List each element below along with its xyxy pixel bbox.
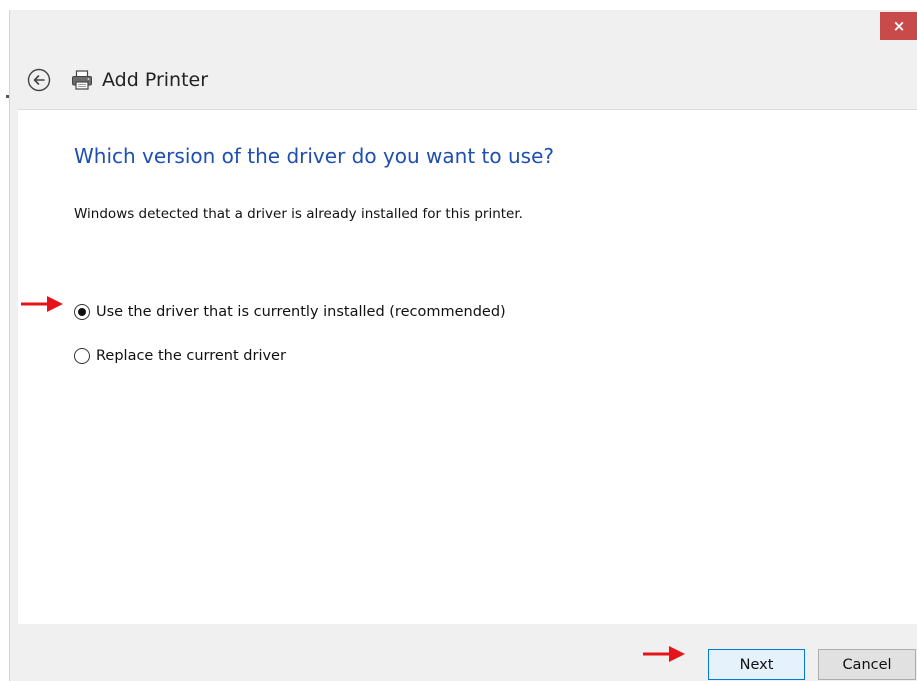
red-arrow-icon xyxy=(21,296,63,312)
radio-button-unselected[interactable] xyxy=(74,348,90,364)
close-icon: × xyxy=(892,17,906,35)
window-title: Add Printer xyxy=(102,69,209,91)
wizard-question: Which version of the driver do you want … xyxy=(74,144,554,168)
radio-button-selected[interactable] xyxy=(74,304,90,320)
cropped-heading-fragment xyxy=(0,0,917,10)
add-printer-dialog: × Add Printer Which version of the drive… xyxy=(9,10,917,681)
wizard-description: Windows detected that a driver is alread… xyxy=(74,206,523,222)
wizard-content: Which version of the driver do you want … xyxy=(18,109,917,625)
next-button[interactable]: Next xyxy=(708,649,805,680)
option-label: Use the driver that is currently install… xyxy=(96,304,506,320)
red-arrow-icon xyxy=(643,646,685,662)
cancel-button[interactable]: Cancel xyxy=(818,649,916,680)
option-use-current-driver[interactable]: Use the driver that is currently install… xyxy=(74,304,506,320)
option-replace-driver[interactable]: Replace the current driver xyxy=(74,348,286,364)
option-label: Replace the current driver xyxy=(96,348,286,364)
back-arrow-circle-icon[interactable] xyxy=(27,68,51,92)
close-button[interactable]: × xyxy=(880,12,917,40)
printer-icon xyxy=(72,70,92,90)
screenshot: × Add Printer Which version of the drive… xyxy=(0,0,917,681)
